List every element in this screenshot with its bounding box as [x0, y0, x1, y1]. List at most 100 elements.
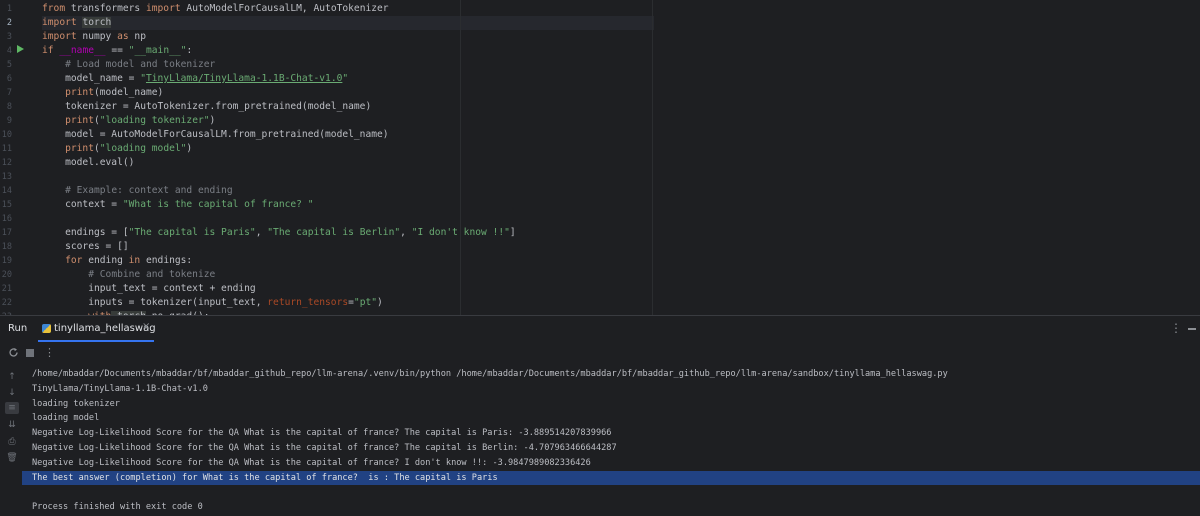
stop-icon[interactable] — [26, 349, 34, 357]
soft-wrap-icon[interactable]: ≡ — [5, 402, 19, 414]
console-line: Process finished with exit code 0 — [32, 502, 203, 513]
code-line[interactable]: print(model_name) — [42, 86, 654, 100]
code-token: ) — [186, 143, 193, 154]
code-token: " — [342, 73, 349, 84]
code-token: if — [42, 45, 54, 56]
code-line[interactable]: # Example: context and ending — [42, 184, 654, 198]
line-number: 19 — [1, 256, 12, 266]
line-number: 22 — [1, 298, 12, 308]
line-number: 4 — [6, 46, 12, 56]
code-line[interactable] — [42, 170, 654, 184]
code-line[interactable]: import torch — [42, 16, 654, 30]
code-token: TinyLlama/TinyLlama-1.1B-Chat-v1.0 — [145, 73, 343, 84]
code-token: model = AutoModelForCausalLM.from_pretra… — [42, 129, 389, 140]
console-line: Negative Log-Likelihood Score for the QA… — [32, 428, 612, 439]
console-line: loading model — [32, 413, 100, 424]
code-token: , — [255, 227, 268, 238]
console-line: Negative Log-Likelihood Score for the QA… — [32, 443, 617, 453]
toolbar-more-icon[interactable]: ⋮ — [44, 346, 55, 359]
code-token: , — [400, 227, 412, 238]
code-line[interactable]: if __name__ == "__main__": — [42, 44, 654, 58]
code-line[interactable]: tokenizer = AutoTokenizer.from_pretraine… — [42, 100, 654, 114]
line-number: 3 — [6, 32, 12, 42]
scroll-to-end-icon[interactable]: ⇊ — [6, 419, 18, 431]
code-editor[interactable]: 1234567891011121314151617181920212223 fr… — [0, 0, 1200, 315]
arrow-down-icon[interactable]: ↓ — [6, 387, 18, 399]
code-line[interactable]: endings = ["The capital is Paris", "The … — [42, 226, 654, 240]
line-number: 20 — [1, 270, 12, 280]
code-token: import — [42, 31, 77, 42]
code-token: scores = [] — [42, 241, 129, 252]
code-token: ) — [209, 115, 216, 126]
line-number: 7 — [6, 88, 12, 98]
minimize-icon[interactable] — [1188, 328, 1196, 330]
line-number: 18 — [1, 242, 12, 252]
code-token: "What is the capital of france? " — [122, 199, 314, 210]
code-token: torch — [82, 17, 112, 28]
code-token: import — [42, 17, 77, 28]
code-token: endings = [ — [42, 227, 129, 238]
line-number: 6 — [6, 74, 12, 84]
tab-close-icon[interactable]: × — [142, 321, 150, 332]
code-line[interactable]: for ending in endings: — [42, 254, 654, 268]
console-output[interactable]: /home/mbaddar/Documents/mbaddar/bf/mbadd… — [22, 364, 1200, 514]
code-line[interactable]: print("loading model") — [42, 142, 654, 156]
code-line[interactable]: model = AutoModelForCausalLM.from_pretra… — [42, 128, 654, 142]
trash-icon[interactable]: 🗑 — [6, 452, 18, 464]
tab-label: tinyllama_hellaswag — [54, 323, 156, 334]
more-options-icon[interactable]: ⋮ — [1170, 321, 1182, 335]
run-gutter-icon[interactable] — [17, 45, 24, 53]
code-token: for — [65, 255, 83, 266]
code-token: in — [128, 255, 141, 266]
code-token: (model_name) — [94, 87, 164, 98]
console-line: Negative Log-Likelihood Score for the QA… — [32, 457, 591, 468]
code-token: "loading tokenizer" — [99, 115, 210, 126]
arrow-up-icon[interactable]: ↑ — [6, 371, 18, 383]
code-token: ) — [377, 297, 383, 308]
code-token: # Combine and tokenize — [88, 269, 216, 280]
code-token: __name__ — [59, 45, 106, 56]
code-line[interactable]: from transformers import AutoModelForCau… — [42, 2, 654, 16]
line-number: 12 — [1, 158, 12, 168]
line-number: 16 — [1, 214, 12, 224]
console-line-selected: The best answer (completion) for What is… — [22, 470, 1200, 485]
rerun-icon[interactable] — [8, 347, 19, 361]
code-line[interactable] — [42, 212, 654, 226]
code-line[interactable]: # Load model and tokenizer — [42, 58, 654, 72]
code-line[interactable]: input_text = context + ending — [42, 282, 654, 296]
line-number: 17 — [1, 228, 12, 238]
code-line[interactable]: inputs = tokenizer(input_text, return_te… — [42, 296, 654, 310]
console-side-toolbar: ↑ ↓ ≡ ⇊ ⎙ 🗑 — [0, 364, 22, 514]
code-token: import — [145, 3, 181, 14]
code-token: transformers — [65, 3, 146, 14]
code-line[interactable]: context = "What is the capital of france… — [42, 198, 654, 212]
code-line[interactable]: # Combine and tokenize — [42, 268, 654, 282]
line-number: 5 — [6, 60, 12, 70]
run-toolbar: ⋮ — [0, 342, 1200, 364]
code-token: AutoModelForCausalLM, AutoTokenizer — [180, 3, 389, 14]
code-line[interactable]: import numpy as np — [42, 30, 654, 44]
code-token: model.eval() — [42, 157, 135, 168]
code-line[interactable]: model_name = "TinyLlama/TinyLlama-1.1B-C… — [42, 72, 654, 86]
print-icon[interactable]: ⎙ — [6, 436, 18, 448]
code-token: model_name = — [42, 73, 141, 84]
code-line[interactable]: model.eval() — [42, 156, 654, 170]
console-line: TinyLlama/TinyLlama-1.1B-Chat-v1.0 — [32, 383, 208, 394]
code-line[interactable]: scores = [] — [42, 240, 654, 254]
console-line: loading tokenizer — [32, 398, 120, 409]
run-tool-window: Run tinyllama_hellaswag × ⋮ ⋮ ↑ ↓ ≡ ⇊ ⎙ … — [0, 315, 1200, 516]
code-line[interactable]: print("loading tokenizer") — [42, 114, 654, 128]
code-token: == — [105, 45, 129, 56]
console-line: /home/mbaddar/Documents/mbaddar/bf/mbadd… — [32, 369, 948, 379]
code-token: return_tensors — [267, 297, 349, 308]
line-number: 2 — [6, 18, 12, 28]
code-token: "The capital is Berlin" — [267, 227, 401, 238]
code-token: : — [186, 45, 193, 56]
code-token: "__main__" — [128, 45, 187, 56]
code-token: print — [65, 115, 94, 126]
